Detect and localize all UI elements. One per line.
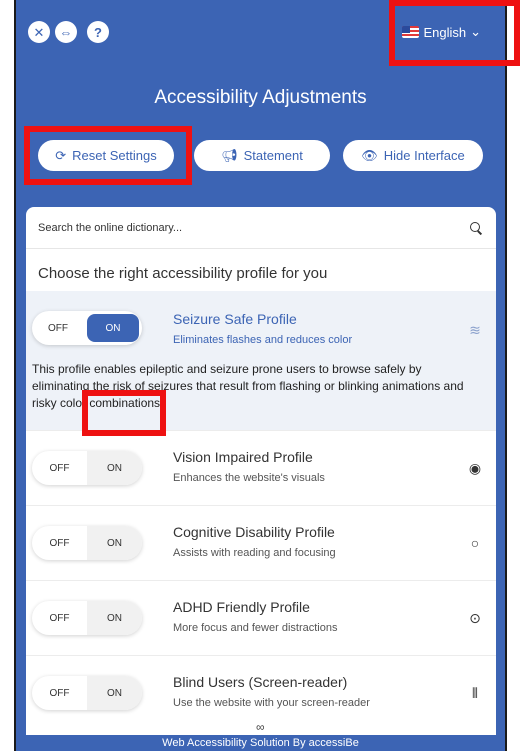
profile-name: ADHD Friendly Profile <box>173 599 310 615</box>
profile-toggle[interactable]: OFF ON <box>32 451 142 485</box>
accessibility-panel: ✕ ⇔ ? English ⌄ Accessibility Adjustment… <box>14 0 507 751</box>
toggle-on[interactable]: ON <box>87 314 139 342</box>
profile-name: Blind Users (Screen-reader) <box>173 674 348 690</box>
profile-adhd-friendly: OFF ON ADHD Friendly Profile More focus … <box>26 581 496 656</box>
target-icon: ⊙ <box>469 609 481 626</box>
section-heading: Choose the right accessibility profile f… <box>38 265 328 282</box>
profile-subtitle: More focus and fewer distractions <box>173 622 338 634</box>
statement-label: Statement <box>243 148 303 163</box>
megaphone-icon: 📢︎ <box>221 147 238 163</box>
us-flag-icon <box>402 26 420 38</box>
toggle-on[interactable]: ON <box>87 676 142 710</box>
footer-credit[interactable]: Web Accessibility Solution By accessiBe <box>16 735 505 751</box>
eye-off-icon: 👁︎ <box>361 147 378 163</box>
page-title: Accessibility Adjustments <box>154 87 367 108</box>
toggle-on[interactable]: ON <box>87 526 142 560</box>
profile-seizure-safe: OFF ON Seizure Safe Profile Eliminates f… <box>26 291 496 431</box>
circle-icon: ○ <box>470 535 480 551</box>
toggle-off[interactable]: OFF <box>32 451 87 485</box>
profiles-card: Choose the right accessibility profile f… <box>26 207 496 751</box>
move-icon[interactable]: ⇔ <box>55 21 77 43</box>
zigzag-icon: ≋ <box>469 321 481 338</box>
toggle-off[interactable]: OFF <box>32 676 87 710</box>
chevron-down-icon: ⌄ <box>470 24 481 39</box>
toggle-off[interactable]: OFF <box>32 601 87 635</box>
reset-settings-label: Reset Settings <box>72 148 157 163</box>
audio-wave-icon: ⦀ <box>471 684 479 701</box>
profile-toggle[interactable]: OFF ON <box>32 676 142 710</box>
hide-interface-button[interactable]: 👁︎ Hide Interface <box>343 140 483 171</box>
toggle-on[interactable]: ON <box>87 601 142 635</box>
profile-toggle[interactable]: OFF ON <box>32 601 142 635</box>
eye-icon: ◉ <box>468 459 482 476</box>
statement-button[interactable]: 📢︎ Statement <box>194 140 330 171</box>
close-icon[interactable]: ✕ <box>28 21 50 43</box>
hide-interface-label: Hide Interface <box>383 148 465 163</box>
toggle-off[interactable]: OFF <box>32 311 84 345</box>
reset-settings-button[interactable]: ⟳ Reset Settings <box>38 140 174 171</box>
toggle-on[interactable]: ON <box>87 451 142 485</box>
profile-toggle[interactable]: OFF ON <box>32 526 142 560</box>
profile-name: Vision Impaired Profile <box>173 449 313 465</box>
profile-toggle[interactable]: OFF ON <box>32 311 142 345</box>
language-selector[interactable]: English ⌄ <box>392 19 491 45</box>
top-bar: ✕ ⇔ ? English ⌄ <box>16 0 505 60</box>
profile-description: This profile enables epileptic and seizu… <box>32 362 464 410</box>
search-bar <box>26 207 496 249</box>
refresh-icon: ⟳ <box>55 147 67 163</box>
toggle-off[interactable]: OFF <box>32 526 87 560</box>
profile-subtitle: Use the website with your screen-reader <box>173 697 370 709</box>
profile-cognitive-disability: OFF ON Cognitive Disability Profile Assi… <box>26 506 496 581</box>
profile-vision-impaired: OFF ON Vision Impaired Profile Enhances … <box>26 431 496 506</box>
search-icon[interactable] <box>468 220 484 236</box>
profile-name: Cognitive Disability Profile <box>173 524 335 540</box>
language-label: English <box>423 24 467 40</box>
profile-subtitle: Assists with reading and focusing <box>173 547 336 559</box>
profile-subtitle: Enhances the website's visuals <box>173 472 325 484</box>
search-input[interactable] <box>38 221 468 234</box>
profile-subtitle: Eliminates flashes and reduces color <box>173 334 353 346</box>
help-button[interactable]: ? <box>87 21 109 43</box>
profile-name: Seizure Safe Profile <box>173 311 297 327</box>
link-icon[interactable]: ∞ <box>256 720 265 734</box>
